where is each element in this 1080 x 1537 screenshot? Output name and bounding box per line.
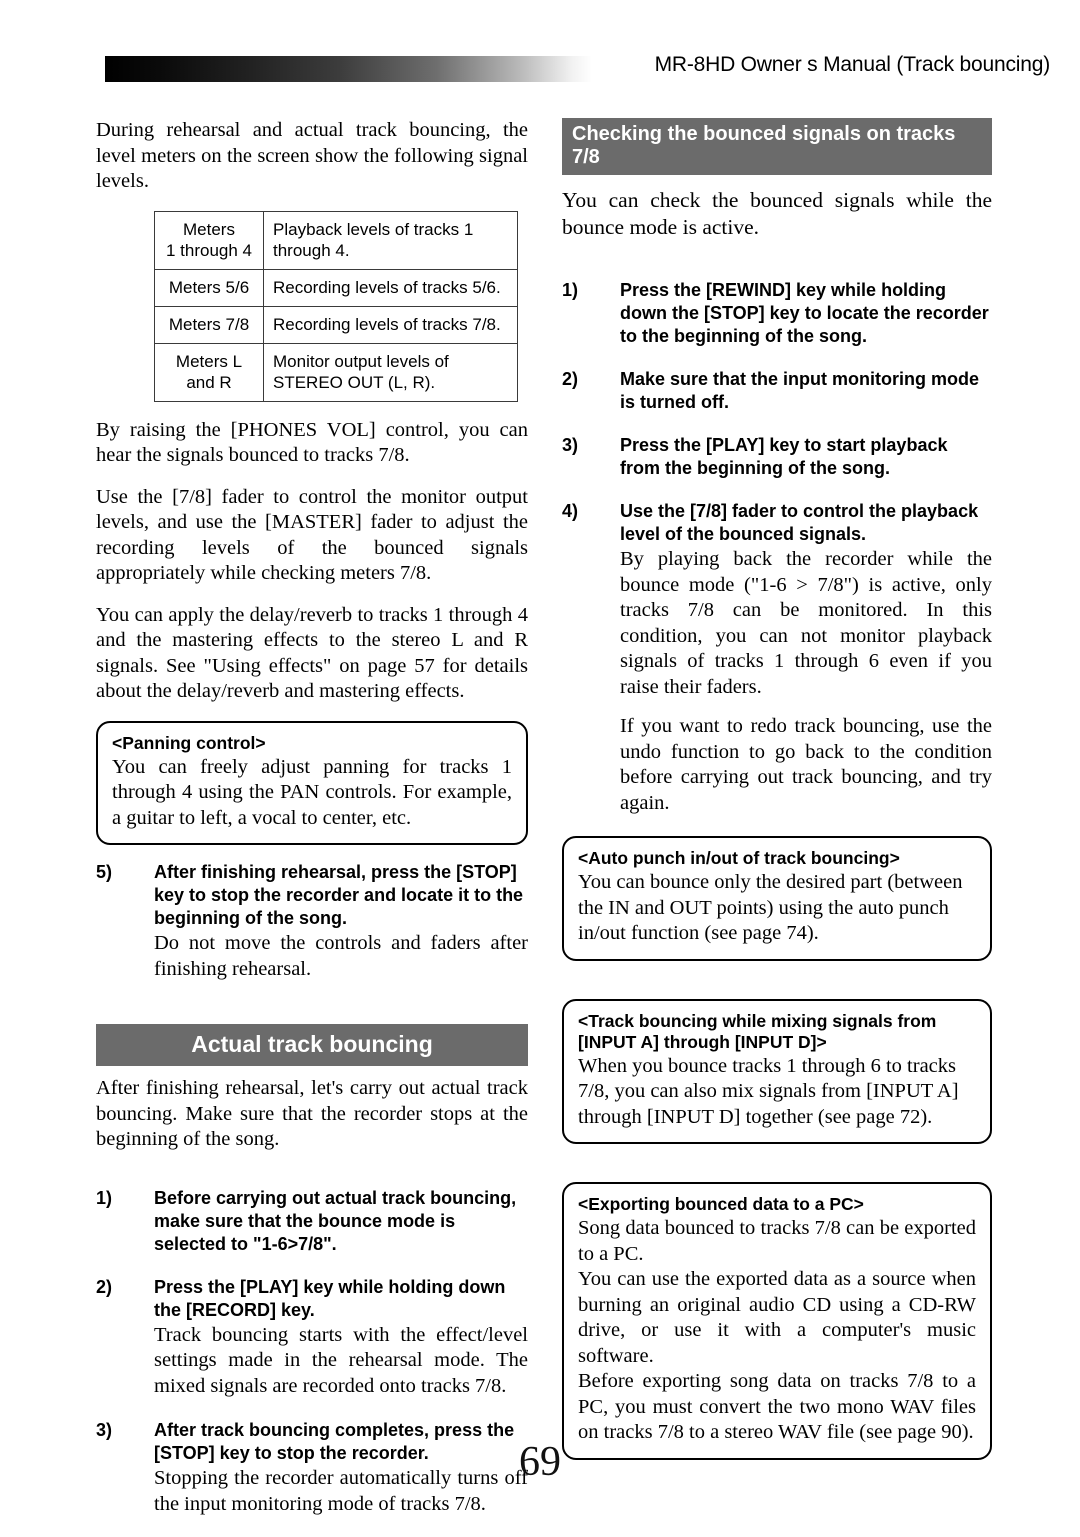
paragraph-effects: You can apply the delay/reverb to tracks… xyxy=(96,603,528,703)
header-title: MR-8HD Owner s Manual (Track bouncing) xyxy=(654,53,1051,76)
table-cell-description: Recording levels of tracks 5/6. xyxy=(263,268,518,307)
section-heading-checking-bounced-signals: Checking the bounced signals on tracks 7… xyxy=(562,118,992,175)
table-row: Meters L and R Monitor output levels of … xyxy=(154,342,518,402)
step-number: 3) xyxy=(562,435,579,455)
note-title: <Auto punch in/out of track bouncing> xyxy=(578,848,900,868)
section-heading-actual-track-bouncing: Actual track bouncing xyxy=(96,1024,528,1066)
step-4: 4) Use the [7/8] fader to control the pl… xyxy=(562,500,992,816)
step-number: 2) xyxy=(96,1276,113,1297)
page-number: 69 xyxy=(519,1439,561,1485)
page-header: MR-8HD Owner s Manual (Track bouncing) xyxy=(0,0,1080,100)
table-cell-description: Playback levels of tracks 1 through 4. xyxy=(263,210,518,270)
step-number: 5) xyxy=(96,862,113,882)
table-cell-description: Recording levels of tracks 7/8. xyxy=(263,305,518,344)
step-1: 1) Before carrying out actual track boun… xyxy=(96,1187,528,1256)
table-cell-meter: Meters 1 through 4 xyxy=(154,210,264,270)
note-title: <Exporting bounced data to a PC> xyxy=(578,1194,864,1214)
step-heading: After finishing rehearsal, press the [ST… xyxy=(154,862,524,928)
table-cell-description: Monitor output levels of STEREO OUT (L, … xyxy=(263,342,518,402)
table-row: Meters 1 through 4 Playback levels of tr… xyxy=(154,210,518,270)
table-cell-meter: Meters L and R xyxy=(154,342,264,402)
step-description: Do not move the controls and faders afte… xyxy=(154,932,528,980)
note-body: You can freely adjust panning for tracks… xyxy=(112,755,512,829)
step-1: 1) Press the [REWIND] key while holding … xyxy=(562,279,992,348)
step-description: By playing back the recorder while the b… xyxy=(620,548,992,698)
note-body: Song data bounced to tracks 7/8 can be e… xyxy=(578,1217,976,1443)
step-number: 2) xyxy=(562,369,579,389)
table-row: Meters 5/6 Recording levels of tracks 5/… xyxy=(154,268,518,307)
table-row: Meters 7/8 Recording levels of tracks 7/… xyxy=(154,305,518,344)
step-heading: Before carrying out actual track bouncin… xyxy=(154,1187,517,1254)
step-number: 1) xyxy=(96,1187,113,1208)
meter-levels-table: Meters 1 through 4 Playback levels of tr… xyxy=(154,210,518,402)
note-title: <Track bouncing while mixing signals fro… xyxy=(578,1010,937,1052)
step-2: 2) Make sure that the input monitoring m… xyxy=(562,368,992,414)
step-5: 5) After finishing rehearsal, press the … xyxy=(96,861,528,982)
note-body: When you bounce tracks 1 through 6 to tr… xyxy=(578,1054,959,1128)
right-intro-paragraph: You can check the bounced signals while … xyxy=(562,188,992,239)
header-gradient-bar xyxy=(105,56,592,82)
note-auto-punch: <Auto punch in/out of track bouncing> Yo… xyxy=(562,836,992,961)
step-2: 2) Press the [PLAY] key while holding do… xyxy=(96,1276,528,1400)
note-panning-control: <Panning control> You can freely adjust … xyxy=(96,720,528,845)
step-description-secondary: If you want to redo track bouncing, use … xyxy=(620,715,992,814)
note-body: You can bounce only the desired part (be… xyxy=(578,871,963,944)
left-column: During rehearsal and actual track bounci… xyxy=(96,118,528,1537)
paragraph-phones-vol: By raising the [PHONES VOL] control, you… xyxy=(96,418,528,467)
step-number: 4) xyxy=(562,501,579,521)
step-heading: Make sure that the input monitoring mode… xyxy=(620,369,980,412)
table-cell-meter: Meters 7/8 xyxy=(154,305,264,344)
step-heading: Press the [PLAY] key while holding down … xyxy=(154,1276,506,1320)
paragraph-fader: Use the [7/8] fader to control the monit… xyxy=(96,485,528,585)
step-3: 3) Press the [PLAY] key to start playbac… xyxy=(562,434,992,480)
step-number: 1) xyxy=(562,280,579,300)
intro-paragraph: During rehearsal and actual track bounci… xyxy=(96,119,528,192)
note-exporting-to-pc: <Exporting bounced data to a PC> Song da… xyxy=(562,1182,992,1460)
note-mixing-inputs: <Track bouncing while mixing signals fro… xyxy=(562,998,992,1144)
note-title: <Panning control> xyxy=(112,732,266,753)
table-cell-meter: Meters 5/6 xyxy=(154,268,264,307)
step-heading: Press the [PLAY] key to start playback f… xyxy=(620,435,948,478)
step-description: Track bouncing starts with the effect/le… xyxy=(154,1323,528,1397)
step-heading: Press the [REWIND] key while holding dow… xyxy=(620,280,989,346)
right-column: Checking the bounced signals on tracks 7… xyxy=(562,118,992,1476)
step-heading: Use the [7/8] fader to control the playb… xyxy=(620,501,979,544)
actual-section-intro: After finishing rehearsal, let's carry o… xyxy=(96,1077,528,1150)
